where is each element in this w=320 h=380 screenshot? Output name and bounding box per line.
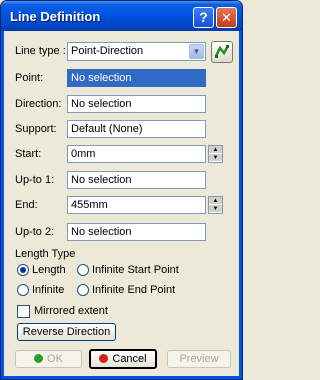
upto2-label: Up-to 2: (15, 226, 55, 238)
ok-button[interactable]: OK (15, 350, 82, 368)
line-type-value: Point-Direction (71, 45, 144, 57)
cancel-label: Cancel (112, 353, 147, 365)
direction-field[interactable]: No selection (67, 95, 206, 113)
line-type-label: Line type : (15, 45, 66, 57)
spin-up-icon[interactable]: ▲ (209, 146, 222, 154)
infinite-end-point-label[interactable]: Infinite End Point (92, 284, 175, 296)
start-label: Start: (15, 148, 42, 160)
spin-up-icon[interactable]: ▲ (209, 197, 222, 205)
line-definition-dialog: Line Definition ? ✕ Line type : Point-Di… (0, 0, 243, 380)
ok-label: OK (47, 353, 63, 365)
window-frame-right (239, 31, 242, 379)
title-bar[interactable]: Line Definition ? ✕ (1, 1, 242, 31)
line-type-icon (214, 45, 230, 58)
reverse-direction-button[interactable]: Reverse Direction (17, 323, 116, 341)
upto1-field[interactable]: No selection (67, 171, 206, 189)
point-field[interactable]: No selection (67, 69, 206, 87)
start-spinner[interactable]: ▲ ▼ (208, 145, 223, 163)
infinite-start-point-radio[interactable] (77, 264, 89, 276)
infinite-start-point-label[interactable]: Infinite Start Point (92, 264, 179, 276)
cancel-button[interactable]: Cancel (89, 349, 157, 369)
mirrored-extent-label[interactable]: Mirrored extent (34, 305, 108, 317)
chevron-down-icon[interactable]: ▼ (189, 44, 204, 59)
infinite-radio[interactable] (17, 284, 29, 296)
end-label: End: (15, 199, 38, 211)
window-frame-left (1, 31, 4, 379)
preview-button[interactable]: Preview (167, 350, 231, 368)
spin-down-icon[interactable]: ▼ (209, 205, 222, 213)
end-spinner[interactable]: ▲ ▼ (208, 196, 223, 214)
support-label: Support: (15, 123, 57, 135)
window-title: Line Definition (10, 9, 101, 24)
spin-down-icon[interactable]: ▼ (209, 154, 222, 162)
direction-label: Direction: (15, 98, 62, 110)
start-input[interactable]: 0mm (67, 145, 206, 163)
cancel-icon (99, 354, 109, 363)
line-type-options-button[interactable] (211, 41, 233, 63)
mirrored-extent-checkbox[interactable] (17, 305, 30, 318)
help-button[interactable]: ? (193, 7, 214, 28)
ok-icon (34, 354, 44, 363)
length-option-label[interactable]: Length (32, 264, 66, 276)
upto1-label: Up-to 1: (15, 174, 55, 186)
close-button[interactable]: ✕ (216, 7, 237, 28)
infinite-option-label[interactable]: Infinite (32, 284, 64, 296)
length-type-title: Length Type (15, 248, 76, 260)
point-label: Point: (15, 72, 44, 84)
end-input[interactable]: 455mm (67, 196, 206, 214)
window-frame-bottom (1, 376, 242, 379)
support-field[interactable]: Default (None) (67, 120, 206, 138)
upto2-field[interactable]: No selection (67, 223, 206, 241)
line-type-dropdown[interactable]: Point-Direction ▼ (67, 42, 206, 61)
infinite-end-point-radio[interactable] (77, 284, 89, 296)
length-radio[interactable] (17, 264, 29, 276)
